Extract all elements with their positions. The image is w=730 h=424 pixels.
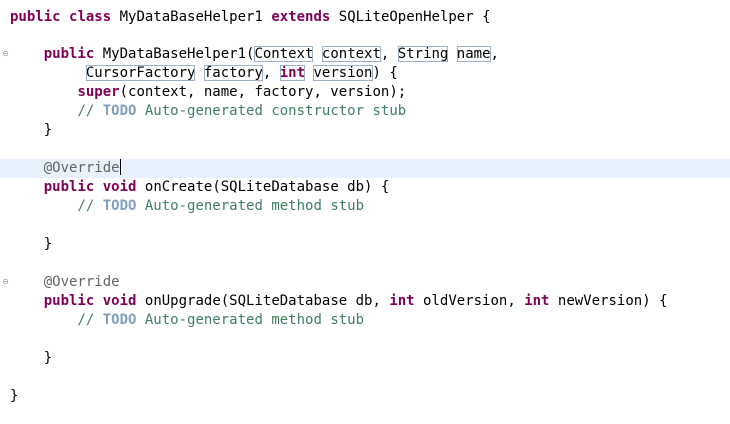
code-line-1: public class MyDataBaseHelper1 extends S… [0, 8, 730, 27]
code-line-15: @Override [0, 273, 730, 292]
keyword-class: class [69, 9, 112, 25]
method-signature: onCreate(SQLiteDatabase db) { [144, 179, 390, 195]
todo-tag: TODO [102, 312, 137, 328]
super-call-args: (context, name, factory, version); [119, 84, 407, 100]
code-line-text: } [10, 388, 19, 404]
code-editor[interactable]: public class MyDataBaseHelper1 extends S… [0, 0, 730, 424]
separator: , [380, 46, 398, 62]
keyword-int: int [389, 293, 415, 309]
param-newversion: newVersion) { [549, 293, 668, 309]
param-context: context [321, 46, 381, 62]
code-line-9-current: @Override [0, 159, 730, 178]
keyword-int: int [524, 293, 550, 309]
method-signature: onUpgrade(SQLiteDatabase db, [144, 293, 390, 309]
code-line-text: public class MyDataBaseHelper1 extends S… [10, 8, 491, 27]
comment-text: Auto-generated method stub [136, 312, 365, 328]
code-line-7: } [0, 121, 730, 140]
comment-marker: // [77, 198, 103, 214]
keyword-public: public [43, 179, 95, 195]
code-line-text: super(context, name, factory, version); [10, 83, 406, 102]
annotation-override: @Override [43, 274, 120, 290]
param-name: name [456, 46, 491, 62]
separator: ) { [372, 65, 398, 81]
parent-class: SQLiteOpenHelper { [338, 9, 491, 25]
todo-tag: TODO [102, 198, 137, 214]
keyword-public: public [43, 293, 95, 309]
code-line-3: public MyDataBaseHelper1(Context context… [0, 45, 730, 64]
code-line-11: // TODO Auto-generated method stub [0, 197, 730, 216]
keyword-extends: extends [271, 9, 331, 25]
keyword-super: super [77, 84, 120, 100]
comment-text: Auto-generated constructor stub [136, 103, 407, 119]
constructor-name: MyDataBaseHelper1( [102, 46, 255, 62]
keyword-public: public [43, 46, 95, 62]
code-line-text: } [10, 122, 53, 138]
code-line-4: CursorFactory factory, int version) { [0, 64, 730, 83]
code-line-21: } [0, 387, 730, 406]
code-line-text: // TODO Auto-generated constructor stub [10, 102, 406, 121]
code-line-text: CursorFactory factory, int version) { [10, 64, 398, 83]
code-line-text: } [10, 350, 53, 366]
separator: , [490, 46, 499, 62]
comment-text: Auto-generated method stub [136, 198, 365, 214]
separator: , [262, 65, 280, 81]
code-line-10: public void onCreate(SQLiteDatabase db) … [0, 178, 730, 197]
keyword-int: int [279, 65, 306, 81]
keyword-void: void [102, 179, 137, 195]
class-name: MyDataBaseHelper1 [119, 9, 263, 25]
param-version: version [313, 65, 373, 81]
type-string: String [397, 46, 449, 62]
code-line-5: super(context, name, factory, version); [0, 83, 730, 102]
code-line-6: // TODO Auto-generated constructor stub [0, 102, 730, 121]
todo-tag: TODO [102, 103, 137, 119]
code-line-text: @Override [10, 273, 120, 292]
code-line-text: public void onUpgrade(SQLiteDatabase db,… [10, 292, 668, 311]
param-oldversion: oldVersion, [414, 293, 525, 309]
code-line-19: } [0, 349, 730, 368]
code-line-16: public void onUpgrade(SQLiteDatabase db,… [0, 292, 730, 311]
code-line-text: @Override [10, 159, 121, 178]
code-line-text: public MyDataBaseHelper1(Context context… [10, 45, 499, 64]
comment-marker: // [77, 103, 103, 119]
param-factory: factory [203, 65, 263, 81]
type-context: Context [254, 46, 314, 62]
type-cursorfactory: CursorFactory [85, 65, 196, 81]
code-line-text: } [10, 236, 53, 252]
keyword-void: void [102, 293, 137, 309]
keyword-public: public [10, 9, 61, 25]
code-line-text: // TODO Auto-generated method stub [10, 311, 364, 330]
code-line-13: } [0, 235, 730, 254]
code-line-text: // TODO Auto-generated method stub [10, 197, 364, 216]
code-line-17: // TODO Auto-generated method stub [0, 311, 730, 330]
comment-marker: // [77, 312, 103, 328]
code-line-text: public void onCreate(SQLiteDatabase db) … [10, 178, 390, 197]
annotation-override: @Override [43, 160, 120, 176]
text-caret [119, 159, 121, 175]
